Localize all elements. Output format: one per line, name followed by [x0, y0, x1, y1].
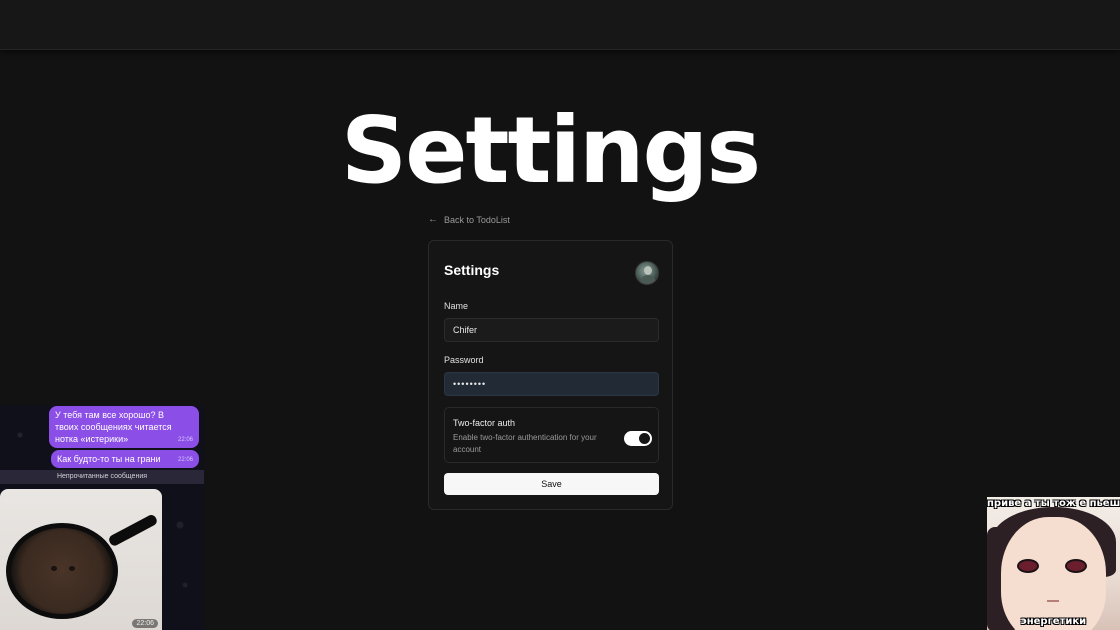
two-factor-description: Enable two-factor authentication for you…	[453, 433, 597, 454]
pan-eye	[51, 566, 57, 571]
chat-message-text: Как будто-то ты на грани	[57, 454, 161, 464]
meme-mouth	[1047, 600, 1059, 602]
meme-bottom-caption: энергетики	[1020, 616, 1087, 627]
name-label: Name	[444, 301, 469, 311]
password-input[interactable]	[444, 372, 659, 396]
pan-handle	[107, 513, 159, 548]
two-factor-toggle[interactable]	[624, 431, 652, 446]
unread-divider: Непрочитанные сообщения	[0, 470, 204, 484]
password-label: Password	[444, 355, 484, 365]
two-factor-title: Two-factor auth	[453, 418, 516, 428]
back-link-label: Back to TodoList	[444, 214, 510, 225]
meme-eye	[1017, 559, 1039, 573]
chat-message-time: 22:06	[177, 457, 193, 463]
toggle-knob	[639, 433, 650, 444]
meme-overlay: приве а ты тож е пьеш энергетики	[987, 497, 1120, 630]
chat-overlay: У тебя там все хорошо? В твоих сообщения…	[0, 405, 204, 630]
avatar-head	[644, 266, 652, 275]
avatar[interactable]	[635, 261, 659, 285]
two-factor-panel: Two-factor auth Enable two-factor authen…	[444, 407, 659, 463]
meme-top-caption: приве а ты тож е пьеш	[987, 498, 1120, 509]
chat-message-time: 22:06	[177, 437, 193, 443]
card-title: Settings	[444, 262, 500, 278]
chat-message[interactable]: У тебя там все хорошо? В твоих сообщения…	[49, 406, 199, 448]
photo-time: 22:06	[132, 619, 158, 628]
top-bar	[0, 0, 1120, 50]
meme-eye	[1065, 559, 1087, 573]
chat-message[interactable]: Как будто-то ты на грани 22:06	[51, 450, 199, 468]
pan-eye	[69, 566, 75, 571]
save-button[interactable]: Save	[444, 473, 659, 495]
settings-card: Settings Name Password Two-factor auth E…	[428, 240, 673, 510]
arrow-left-icon: ←	[428, 214, 438, 225]
page-heading: Settings	[340, 97, 761, 204]
avatar-body	[640, 275, 656, 284]
chat-photo[interactable]: 22:06	[0, 489, 162, 630]
chat-message-text: У тебя там все хорошо? В твоих сообщения…	[55, 410, 172, 444]
frying-pan-image	[6, 523, 118, 619]
name-input[interactable]	[444, 318, 659, 342]
meme-face	[1001, 517, 1106, 630]
back-to-todolist-link[interactable]: ← Back to TodoList	[428, 214, 510, 225]
